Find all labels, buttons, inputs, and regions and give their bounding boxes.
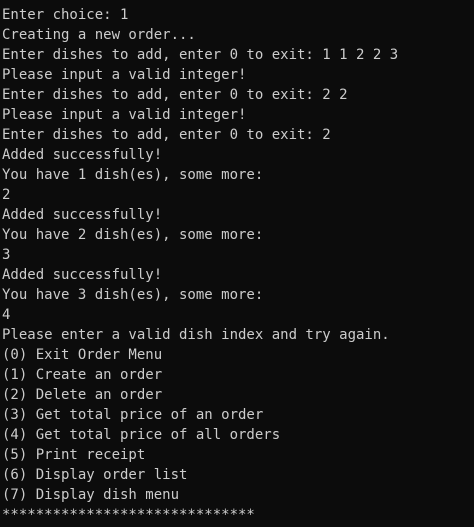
menu-option-dish-menu: (7) Display dish menu [2, 487, 180, 503]
console-line-success: Added successfully! [2, 267, 163, 283]
console-line-dish-prompt: Enter dishes to add, enter 0 to exit: 1 … [2, 47, 399, 63]
console-line-invalid-index: Please enter a valid dish index and try … [2, 327, 390, 343]
menu-option-order-total: (3) Get total price of an order [2, 407, 264, 423]
console-line-error: Please input a valid integer! [2, 67, 247, 83]
console-line-dish-prompt: Enter dishes to add, enter 0 to exit: 2 … [2, 87, 348, 103]
console-line-user-input: 4 [2, 307, 11, 323]
menu-option-create-order: (1) Create an order [2, 367, 163, 383]
menu-option-delete-order: (2) Delete an order [2, 387, 163, 403]
console-line-dish-prompt: Enter dishes to add, enter 0 to exit: 2 [2, 127, 331, 143]
console-line-success: Added successfully! [2, 207, 163, 223]
menu-option-exit: (0) Exit Order Menu [2, 347, 163, 363]
console-line-success: Added successfully! [2, 147, 163, 163]
console-line-dish-count: You have 3 dish(es), some more: [2, 287, 264, 303]
console-line-error: Please input a valid integer! [2, 107, 247, 123]
console-line-creating-order: Creating a new order... [2, 27, 196, 43]
menu-option-print-receipt: (5) Print receipt [2, 447, 146, 463]
menu-option-all-orders-total: (4) Get total price of all orders [2, 427, 281, 443]
console-window[interactable]: Enter choice: 1 Creating a new order... … [0, 0, 474, 527]
menu-divider: ****************************** [2, 507, 255, 523]
console-line-dish-count: You have 2 dish(es), some more: [2, 227, 264, 243]
console-line-user-input: 3 [2, 247, 11, 263]
console-line-dish-count: You have 1 dish(es), some more: [2, 167, 264, 183]
console-line-user-input: 2 [2, 187, 11, 203]
menu-option-order-list: (6) Display order list [2, 467, 188, 483]
console-line-choice: Enter choice: 1 [2, 7, 129, 23]
